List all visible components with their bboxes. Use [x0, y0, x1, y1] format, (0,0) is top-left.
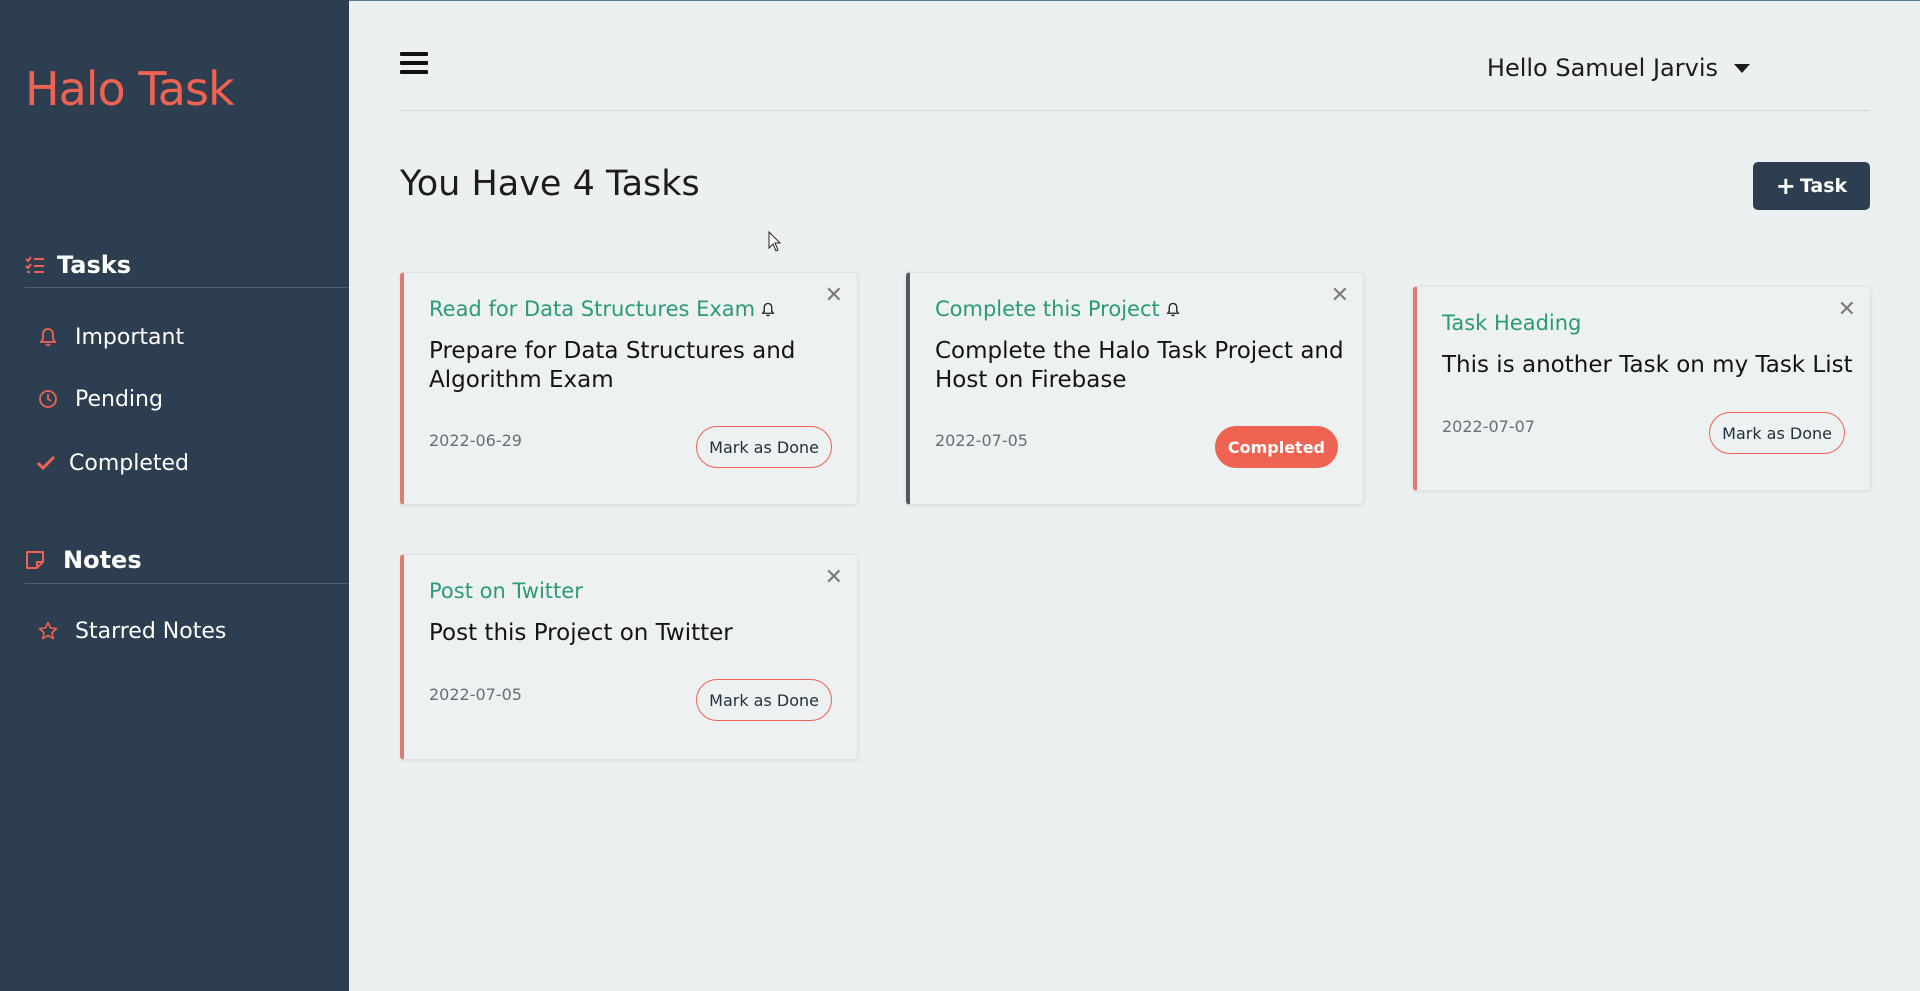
mark-as-done-button[interactable]: Mark as Done [696, 679, 832, 721]
brand-logo[interactable]: Halo Task [25, 62, 235, 116]
sidebar-item-label: Important [75, 324, 185, 350]
sticky-note-icon [25, 549, 47, 571]
task-date: 2022-07-05 [429, 685, 522, 704]
task-description: Prepare for Data Structures and Algorith… [429, 338, 796, 393]
page-title: You Have 4 Tasks [400, 164, 700, 204]
list-check-icon [25, 254, 47, 276]
task-date: 2022-07-05 [935, 431, 1028, 450]
completed-button[interactable]: Completed [1214, 426, 1338, 468]
mark-as-done-button[interactable]: Mark as Done [1709, 412, 1845, 454]
close-icon[interactable]: ✕ [1331, 283, 1349, 308]
star-icon [37, 620, 59, 642]
task-heading: Complete this Project [935, 297, 1180, 321]
mouse-cursor-icon [768, 231, 782, 252]
bell-icon [761, 302, 775, 317]
sidebar-item-label: Starred Notes [75, 618, 227, 644]
task-heading-text: Post on Twitter [429, 579, 583, 603]
sidebar-section-label: Tasks [57, 250, 132, 279]
bell-icon [37, 326, 59, 348]
mark-as-done-button[interactable]: Mark as Done [696, 426, 832, 468]
sidebar: Halo Task Tasks Important Pending Comple… [0, 0, 349, 991]
user-greeting: Hello Samuel Jarvis [1486, 54, 1718, 82]
check-icon [35, 452, 57, 474]
task-description: Post this Project on Twitter [429, 620, 733, 646]
hamburger-icon[interactable] [400, 52, 428, 76]
sidebar-section-tasks[interactable]: Tasks [25, 242, 349, 288]
task-card[interactable]: ✕ Task Heading This is another Task on m… [1413, 286, 1871, 491]
sidebar-item-label: Pending [75, 386, 163, 412]
add-task-label: Task [1799, 175, 1848, 197]
task-date: 2022-06-29 [429, 431, 522, 450]
bell-icon [1166, 302, 1180, 317]
task-description: This is another Task on my Task List [1442, 352, 1853, 378]
close-icon[interactable]: ✕ [825, 283, 843, 308]
task-heading-text: Complete this Project [935, 297, 1160, 321]
sidebar-item-completed[interactable]: Completed [35, 445, 189, 481]
sidebar-item-label: Completed [69, 450, 189, 476]
close-icon[interactable]: ✕ [825, 565, 843, 590]
clock-icon [37, 388, 59, 410]
task-heading-text: Task Heading [1442, 311, 1582, 335]
header-divider [400, 110, 1870, 111]
sidebar-section-notes[interactable]: Notes [25, 536, 349, 584]
sidebar-item-pending[interactable]: Pending [37, 381, 163, 417]
caret-down-icon [1734, 63, 1750, 73]
task-description: Complete the Halo Task Project and Host … [935, 338, 1344, 393]
user-menu[interactable]: Hello Samuel Jarvis [1487, 52, 1750, 84]
task-date: 2022-07-07 [1442, 417, 1535, 436]
sidebar-section-label: Notes [63, 545, 142, 574]
sidebar-item-important[interactable]: Important [37, 319, 184, 355]
task-heading: Read for Data Structures Exam [429, 297, 775, 321]
close-icon[interactable]: ✕ [1838, 297, 1856, 322]
plus-icon: + [1775, 172, 1796, 200]
sidebar-item-starred-notes[interactable]: Starred Notes [37, 613, 226, 649]
task-heading: Task Heading [1442, 311, 1581, 335]
task-heading-text: Read for Data Structures Exam [429, 297, 756, 321]
task-card[interactable]: ✕ Read for Data Structures Exam Prepare … [400, 272, 858, 505]
task-heading: Post on Twitter [429, 579, 583, 603]
task-card[interactable]: ✕ Complete this Project Complete the Hal… [906, 272, 1364, 505]
add-task-button[interactable]: + Task [1753, 162, 1870, 210]
task-card[interactable]: ✕ Post on Twitter Post this Project on T… [400, 554, 858, 760]
